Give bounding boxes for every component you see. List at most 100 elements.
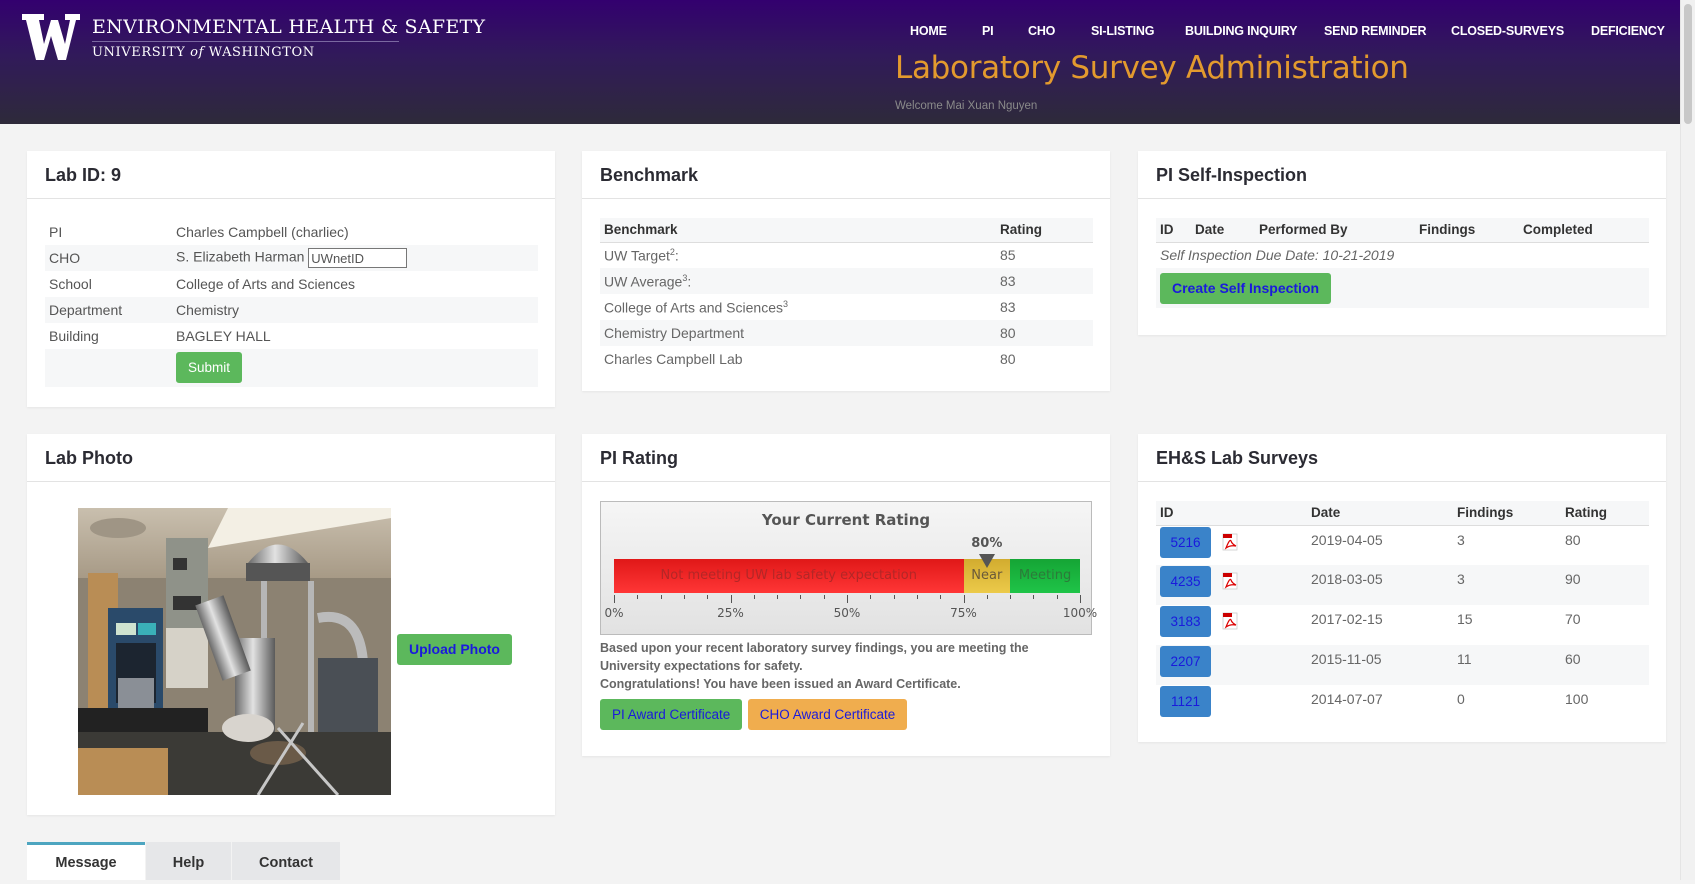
- gauge-tick: [707, 595, 709, 599]
- page-scrollbar[interactable]: [1680, 0, 1695, 880]
- nav-send-reminder[interactable]: SEND REMINDER: [1324, 24, 1426, 38]
- lab-photo: [78, 508, 391, 795]
- si-create-row: Create Self Inspection: [1156, 268, 1649, 308]
- pi-label: PI: [49, 224, 63, 240]
- cho-cell: S. Elizabeth Harman: [172, 245, 538, 271]
- gauge-value-label: 80%: [971, 536, 1003, 551]
- pdf-icon[interactable]: [1221, 533, 1239, 551]
- gauge-tick-label: 0%: [604, 606, 624, 620]
- rating-message: Based upon your recent laboratory survey…: [600, 639, 1080, 693]
- gauge-tick: [777, 595, 779, 599]
- gauge-segment-meeting: Meeting: [1010, 559, 1080, 593]
- survey-col-rating: Rating: [1561, 501, 1649, 526]
- lab-photo-panel: Lab Photo Upload Photo: [27, 434, 555, 815]
- nav-si-listing[interactable]: SI-LISTING: [1091, 24, 1154, 38]
- survey-id-button[interactable]: 1121: [1160, 686, 1211, 717]
- school-value: College of Arts and Sciences: [176, 276, 355, 292]
- footnote-marker: 3: [783, 298, 789, 309]
- nav-home[interactable]: HOME: [910, 24, 947, 38]
- benchmark-name-text: College of Arts and Sciences: [604, 299, 783, 316]
- gauge-tick: [847, 595, 848, 603]
- nav-closed-surveys[interactable]: CLOSED-SURVEYS: [1451, 24, 1564, 38]
- benchmark-name: UW Target2:: [600, 242, 996, 268]
- uwnetid-input[interactable]: [308, 248, 408, 268]
- gauge-tick: [963, 595, 965, 603]
- submit-cell: Submit: [172, 349, 538, 387]
- lab-info-row-cho: CHO S. Elizabeth Harman: [45, 245, 538, 271]
- create-self-inspection-button[interactable]: Create Self Inspection: [1160, 272, 1332, 304]
- gauge-tick: [870, 595, 872, 599]
- upload-photo-button[interactable]: Upload Photo: [397, 634, 512, 665]
- gauge-tick: [940, 595, 942, 599]
- school-label: School: [49, 276, 92, 292]
- rating-gauge: Your Current Rating 80% Not meeting UW l…: [600, 501, 1097, 635]
- benchmark-row: Charles Campbell Lab 80: [600, 346, 1093, 372]
- tab-message[interactable]: Message: [27, 842, 145, 880]
- benchmark-name: College of Arts and Sciences3: [600, 294, 996, 320]
- si-col-performed-by: Performed By: [1255, 218, 1415, 243]
- tab-help[interactable]: Help: [146, 842, 231, 880]
- lab-surveys-title: EH&S Lab Surveys: [1156, 448, 1319, 468]
- survey-rating: 70: [1565, 611, 1581, 627]
- si-col-completed: Completed: [1519, 218, 1649, 243]
- gauge-tick: [683, 595, 685, 599]
- gauge-tick: [1010, 595, 1012, 599]
- nav-deficiency[interactable]: DEFICIENCY: [1591, 24, 1665, 38]
- gauge-tick: [893, 595, 895, 599]
- survey-id-button[interactable]: 5216: [1160, 526, 1211, 558]
- benchmark-name: Charles Campbell Lab: [600, 346, 996, 372]
- survey-id-button[interactable]: 2207: [1160, 646, 1211, 677]
- survey-row: 3183 2017-02-15 15 70: [1156, 605, 1649, 645]
- lab-surveys-table: ID Date Findings Rating 5216 2019-04-05 3 8…: [1156, 501, 1649, 725]
- nav-pi[interactable]: PI: [982, 24, 994, 38]
- survey-id-button[interactable]: 3183: [1160, 606, 1211, 637]
- nav-building-inquiry[interactable]: BUILDING INQUIRY: [1185, 24, 1298, 38]
- gauge-tick-label: 100%: [1062, 606, 1098, 620]
- gauge-tick: [614, 595, 615, 603]
- benchmark-rating: 83: [1000, 299, 1016, 315]
- rating-message-line1: Based upon your recent laboratory survey…: [600, 641, 1029, 673]
- lab-id-title: Lab ID: 9: [45, 165, 122, 185]
- survey-rating: 80: [1565, 531, 1581, 548]
- survey-date: 2017-02-15: [1311, 611, 1383, 627]
- survey-date: 2018-03-05: [1307, 565, 1453, 605]
- site-header: ENVIRONMENTAL HEALTH & SAFETY UNIVERSITY…: [0, 0, 1695, 124]
- building-label: Building: [49, 328, 99, 344]
- pi-award-certificate-button[interactable]: PI Award Certificate: [600, 699, 743, 730]
- gauge-tick: [1033, 595, 1035, 599]
- lab-surveys-panel: EH&S Lab Surveys ID Date Findings Rating…: [1138, 434, 1666, 742]
- pi-rating-panel: PI Rating Your Current Rating 80% Not me…: [582, 434, 1110, 756]
- survey-row: 2207 2015-11-05 11 60: [1156, 645, 1649, 685]
- benchmark-name: UW Average3:: [600, 268, 996, 294]
- si-col-date: Date: [1191, 218, 1255, 243]
- brand-title: ENVIRONMENTAL HEALTH & SAFETY: [92, 16, 486, 38]
- survey-id-cell: 5216: [1156, 525, 1307, 565]
- scrollbar-thumb[interactable]: [1684, 4, 1692, 124]
- lab-info-header: Lab ID: 9: [27, 151, 555, 199]
- uw-logo-icon[interactable]: [22, 14, 80, 60]
- gauge-tick-label: 75%: [950, 606, 977, 620]
- award-buttons: PI Award Certificate CHO Award Certifica…: [600, 699, 908, 730]
- benchmark-title: Benchmark: [600, 165, 699, 185]
- benchmark-row: UW Average3: 83: [600, 268, 1093, 294]
- tab-contact[interactable]: Contact: [232, 842, 340, 880]
- survey-id-cell: 2207: [1156, 645, 1307, 685]
- si-create-cell: Create Self Inspection: [1156, 268, 1649, 308]
- survey-date: 2014-07-07: [1311, 691, 1383, 707]
- survey-id-button[interactable]: 4235: [1160, 566, 1211, 597]
- benchmark-name-suffix: :: [687, 273, 692, 290]
- cho-award-certificate-button[interactable]: CHO Award Certificate: [747, 699, 908, 730]
- benchmark-rating: 80: [1000, 351, 1016, 367]
- self-inspection-header-row: ID Date Performed By Findings Completed: [1156, 218, 1649, 243]
- pi-rating-header: PI Rating: [582, 434, 1110, 482]
- submit-button[interactable]: Submit: [176, 352, 243, 383]
- gauge-tick: [753, 595, 755, 599]
- pdf-icon[interactable]: [1221, 572, 1239, 590]
- lab-photo-header: Lab Photo: [27, 434, 555, 482]
- nav-cho[interactable]: CHO: [1028, 24, 1055, 38]
- pdf-icon[interactable]: [1221, 612, 1239, 630]
- benchmark-name-text: Charles Campbell Lab: [604, 351, 743, 367]
- benchmark-col-name: Benchmark: [600, 218, 996, 243]
- lab-info-row-department: Department Chemistry: [45, 297, 538, 323]
- benchmark-rating: 83: [996, 268, 1093, 294]
